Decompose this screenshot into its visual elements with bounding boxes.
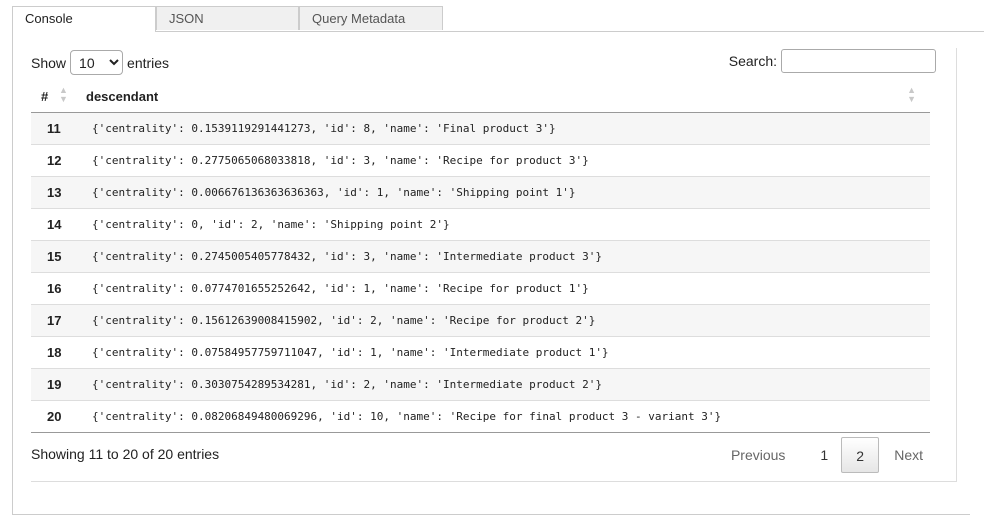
row-descendant: {'centrality': 0.2745005405778432, 'id':…	[86, 240, 930, 273]
row-number: 19	[31, 368, 86, 401]
row-number: 15	[31, 240, 86, 273]
table-row: 20 {'centrality': 0.08206849480069296, 'i…	[31, 400, 930, 433]
column-header-descendant[interactable]: descendant ▲ ▼	[86, 80, 930, 113]
page-length-control: Show 10 entries	[31, 50, 169, 75]
row-number: 11	[31, 112, 86, 145]
row-descendant: {'centrality': 0.15612639008415902, 'id'…	[86, 304, 930, 337]
row-descendant: {'centrality': 0.3030754289534281, 'id':…	[86, 368, 930, 401]
table-header-row: # ▲ ▼ descendant ▲ ▼	[31, 80, 930, 113]
entries-label: entries	[127, 54, 170, 71]
table-row: 13 {'centrality': 0.006676136363636363, '…	[31, 176, 930, 209]
table-row: 12 {'centrality': 0.2775065068033818, 'id…	[31, 144, 930, 177]
row-descendant: {'centrality': 0.08206849480069296, 'id'…	[86, 400, 930, 433]
tab-json[interactable]: JSON	[156, 6, 299, 30]
table-row: 17 {'centrality': 0.15612639008415902, 'i…	[31, 304, 930, 337]
search-control: Search:	[729, 49, 936, 73]
row-number: 17	[31, 304, 86, 337]
table-row: 19 {'centrality': 0.3030754289534281, 'id…	[31, 368, 930, 401]
row-descendant: {'centrality': 0.07584957759711047, 'id'…	[86, 336, 930, 369]
search-input[interactable]	[781, 49, 936, 73]
row-descendant: {'centrality': 0.1539119291441273, 'id':…	[86, 112, 930, 145]
page-button-1[interactable]: 1	[807, 437, 841, 473]
row-number: 13	[31, 176, 86, 209]
row-number: 18	[31, 336, 86, 369]
row-number: 20	[31, 400, 86, 433]
column-header-number-label: #	[41, 88, 49, 104]
pagination: Previous 1 2 Next	[718, 437, 936, 473]
next-button[interactable]: Next	[879, 437, 936, 473]
table-row: 16 {'centrality': 0.0774701655252642, 'id…	[31, 272, 930, 305]
column-header-number[interactable]: # ▲ ▼	[31, 80, 86, 113]
table-row: 11 {'centrality': 0.1539119291441273, 'id…	[31, 112, 930, 145]
search-label: Search:	[728, 53, 777, 69]
row-number: 12	[31, 144, 86, 177]
previous-button[interactable]: Previous	[718, 437, 807, 473]
page-size-select[interactable]: 10	[70, 50, 124, 75]
sort-icon: ▲ ▼	[59, 85, 68, 104]
row-descendant: {'centrality': 0.0774701655252642, 'id':…	[86, 272, 930, 305]
row-number: 16	[31, 272, 86, 305]
results-table: # ▲ ▼ descendant ▲ ▼ 11 {'centrality': 0.15…	[31, 80, 930, 433]
row-descendant: {'centrality': 0.006676136363636363, 'id…	[86, 176, 930, 209]
sort-icon: ▲ ▼	[907, 85, 916, 104]
row-descendant: {'centrality': 0, 'id': 2, 'name': 'Ship…	[86, 208, 930, 241]
page-button-2[interactable]: 2	[841, 437, 880, 473]
tab-query-metadata[interactable]: Query Metadata	[299, 6, 443, 30]
row-number: 14	[31, 208, 86, 241]
table-row: 14 {'centrality': 0, 'id': 2, 'name': 'Sh…	[31, 208, 930, 241]
table-row: 18 {'centrality': 0.07584957759711047, 'i…	[31, 336, 930, 369]
show-label: Show	[31, 54, 67, 71]
table-row: 15 {'centrality': 0.2745005405778432, 'id…	[31, 240, 930, 273]
tab-console[interactable]: Console	[12, 6, 156, 32]
tab-bar: Console JSON Query Metadata	[12, 6, 443, 32]
table-info: Showing 11 to 20 of 20 entries	[31, 446, 220, 462]
row-descendant: {'centrality': 0.2775065068033818, 'id':…	[86, 144, 930, 177]
column-header-descendant-label: descendant	[86, 88, 159, 104]
